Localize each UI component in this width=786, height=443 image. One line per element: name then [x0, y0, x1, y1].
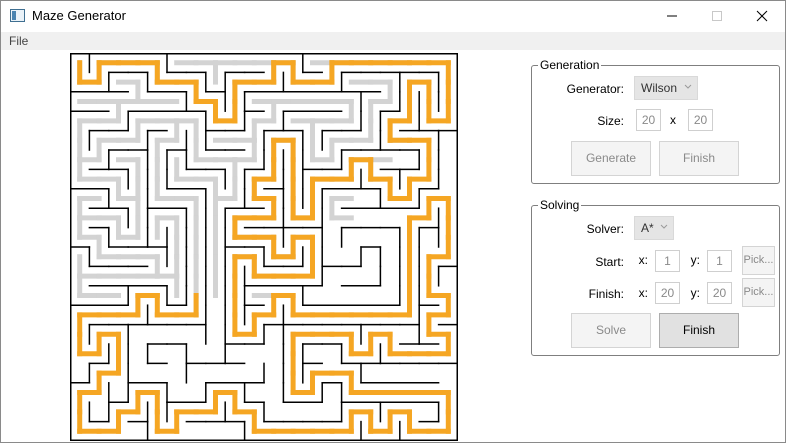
close-button[interactable] — [739, 1, 784, 31]
start-x-input[interactable]: 1 — [655, 250, 680, 272]
size-width-input[interactable]: 20 — [636, 109, 661, 131]
solving-group: Solving Solver: A* Start: x: 1 y: 1 Pick… — [531, 198, 780, 356]
finish-y-label: y: — [690, 286, 700, 300]
generation-legend: Generation — [538, 58, 602, 72]
size-label: Size: — [597, 114, 624, 128]
chevron-down-icon — [660, 224, 668, 229]
minimize-button[interactable] — [649, 1, 694, 31]
window-title: Maze Generator — [32, 8, 126, 23]
size-x-separator: x — [670, 113, 676, 127]
maximize-icon — [711, 11, 722, 21]
title-bar: Maze Generator — [1, 1, 785, 31]
finish-x-input[interactable]: 20 — [655, 282, 680, 304]
start-y-label: y: — [690, 253, 700, 267]
generate-button[interactable]: Generate — [571, 141, 651, 176]
solving-finish-button[interactable]: Finish — [659, 313, 739, 348]
finish-label: Finish: — [588, 287, 624, 301]
solver-select[interactable]: A* — [634, 216, 674, 240]
finish-y-input[interactable]: 20 — [707, 282, 732, 304]
menu-file[interactable]: File — [9, 34, 28, 48]
minimize-icon — [666, 15, 677, 17]
maximize-button[interactable] — [694, 1, 739, 31]
generator-value: Wilson — [641, 81, 678, 95]
generation-finish-button[interactable]: Finish — [659, 141, 739, 176]
solving-legend: Solving — [538, 198, 582, 212]
solver-label: Solver: — [586, 222, 624, 236]
maze-canvas[interactable] — [70, 53, 458, 441]
size-height-input[interactable]: 20 — [688, 109, 713, 131]
start-pick-button[interactable]: Pick... — [742, 246, 775, 275]
generator-select[interactable]: Wilson — [634, 76, 698, 100]
chevron-down-icon — [684, 84, 692, 89]
start-y-input[interactable]: 1 — [707, 250, 732, 272]
generator-label: Generator: — [566, 82, 624, 96]
finish-pick-button[interactable]: Pick... — [742, 278, 775, 307]
solve-button[interactable]: Solve — [571, 313, 651, 348]
start-label: Start: — [595, 255, 624, 269]
finish-x-label: x: — [638, 286, 648, 300]
generation-group: Generation Generator: Wilson Size: 20 x … — [531, 58, 780, 184]
main-window: Maze Generator File Generation Generator… — [0, 0, 786, 443]
solver-value: A* — [641, 221, 654, 235]
start-x-label: x: — [638, 253, 648, 267]
menu-bar: File — [1, 32, 785, 50]
close-icon — [756, 10, 767, 22]
app-icon — [10, 9, 25, 22]
